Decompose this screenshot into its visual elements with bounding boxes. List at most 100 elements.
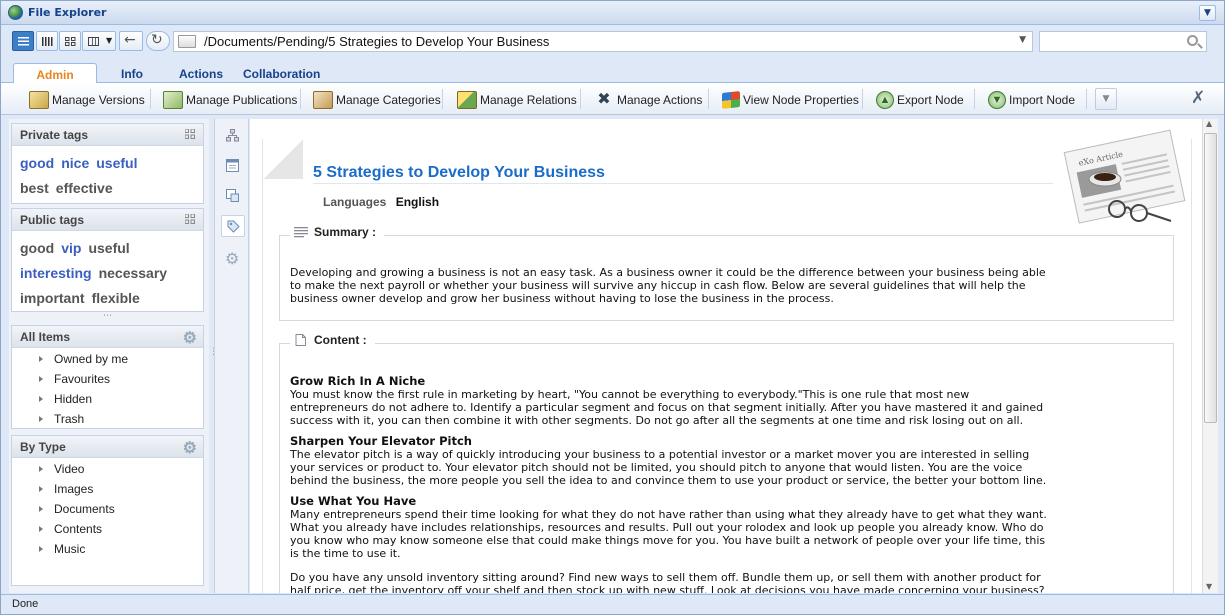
status-text: Done <box>12 598 39 610</box>
list-view-button[interactable] <box>12 31 34 51</box>
tag[interactable]: vip <box>61 240 81 256</box>
document-view-button[interactable] <box>221 155 245 177</box>
export-node-label: Export Node <box>897 93 964 107</box>
gear-icon[interactable]: ⚙ <box>183 438 197 458</box>
columns-view-button[interactable]: ▼ <box>82 31 116 51</box>
relations-icon <box>457 91 477 109</box>
cover-view-icon <box>42 37 53 46</box>
content-body: Grow Rich In A Niche You must know the f… <box>280 344 1173 594</box>
tag[interactable]: useful <box>96 155 137 171</box>
refresh-button[interactable]: ↻ <box>146 31 170 51</box>
thumbnail-view-button[interactable] <box>59 31 81 51</box>
admin-tools-icon[interactable]: ✗ <box>1191 88 1205 108</box>
private-tags-panel: Private tags good nice useful best effectiv… <box>11 123 204 204</box>
manage-publications-label: Manage Publications <box>186 93 298 107</box>
tab-collaboration[interactable]: Collaboration <box>231 63 332 83</box>
all-items-tree: Owned by me Favourites Hidden Trash <box>12 348 203 432</box>
content-section: Content : Grow Rich In A Niche You must … <box>279 333 1174 594</box>
panel-resize-handle[interactable]: ⋯ <box>103 311 112 321</box>
tree-item-images[interactable]: Images <box>12 482 203 502</box>
grid-icon[interactable] <box>185 214 195 224</box>
windows-properties-icon <box>722 91 740 109</box>
tag[interactable]: necessary <box>99 265 168 281</box>
private-tag-cloud: good nice useful best effective <box>12 146 203 208</box>
document-title: 5 Strategies to Develop Your Business <box>313 164 605 181</box>
summary-lines-icon <box>294 227 308 238</box>
tree-item-owned-by-me[interactable]: Owned by me <box>12 352 203 372</box>
back-button[interactable]: ← <box>119 31 143 51</box>
path-field[interactable]: /Documents/Pending/5 Strategies to Devel… <box>173 31 1033 52</box>
categories-icon <box>313 91 333 109</box>
languages-label: Languages <box>323 195 387 209</box>
toolbar-overflow-button[interactable]: ▼ <box>1095 88 1117 110</box>
tree-item-video[interactable]: Video <box>12 462 203 482</box>
hierarchy-icon <box>226 129 239 142</box>
public-tags-panel: Public tags good vip useful interesting nec… <box>11 208 204 312</box>
content-line: success with it, you can then combine it… <box>290 414 1024 427</box>
manage-publications-button[interactable]: Manage Publications <box>163 89 297 111</box>
tab-admin[interactable]: Admin <box>13 63 97 84</box>
versions-icon <box>29 91 49 109</box>
settings-view-button[interactable]: ⚙ <box>221 249 245 271</box>
tag[interactable]: good <box>20 155 54 171</box>
tag[interactable]: effective <box>56 180 113 196</box>
back-arrow-icon: ← <box>124 32 136 48</box>
tab-actions[interactable]: Actions <box>167 63 235 83</box>
manage-categories-button[interactable]: Manage Categories <box>313 89 441 111</box>
preview-view-button[interactable] <box>221 185 245 207</box>
by-type-header: By Type ⚙ <box>12 436 203 458</box>
grid-icon[interactable] <box>185 129 195 139</box>
scroll-up-icon[interactable]: ▲ <box>1206 119 1212 128</box>
tag[interactable]: good <box>20 240 54 256</box>
search-icon[interactable] <box>1187 35 1198 46</box>
tag-icon <box>227 220 240 233</box>
newspaper-article-icon: eXo Article <box>1063 129 1186 224</box>
tree-item-contents[interactable]: Contents <box>12 522 203 542</box>
tag[interactable]: nice <box>61 155 89 171</box>
summary-label: Summary : <box>314 225 377 239</box>
manage-versions-label: Manage Versions <box>52 93 145 107</box>
gear-icon: ⚙ <box>225 249 240 268</box>
cover-view-button[interactable] <box>36 31 58 51</box>
tag[interactable]: best <box>20 180 49 196</box>
search-input[interactable] <box>1039 31 1207 52</box>
left-sidebar: Private tags good nice useful best effectiv… <box>9 119 209 593</box>
tab-info[interactable]: Info <box>109 63 155 83</box>
tags-view-button[interactable] <box>221 215 245 237</box>
tag[interactable]: important <box>20 290 85 306</box>
tag[interactable]: flexible <box>92 290 140 306</box>
languages-value[interactable]: English <box>396 195 439 209</box>
tree-item-hidden[interactable]: Hidden <box>12 392 203 412</box>
tag[interactable]: interesting <box>20 265 92 281</box>
view-node-properties-label: View Node Properties <box>743 93 859 107</box>
collapse-button[interactable]: ▼ <box>1199 5 1216 21</box>
import-node-button[interactable]: ▼ Import Node <box>988 89 1075 111</box>
manage-actions-button[interactable]: ✖ Manage Actions <box>594 89 702 111</box>
window-icon <box>226 159 239 172</box>
tag[interactable]: useful <box>88 240 129 256</box>
export-icon: ▲ <box>876 91 894 109</box>
by-type-title: By Type <box>20 440 66 454</box>
path-dropdown-icon[interactable]: ▼ <box>1019 35 1026 45</box>
view-icon-bar: ⚙ <box>214 119 249 593</box>
tree-item-favourites[interactable]: Favourites <box>12 372 203 392</box>
tree-item-music[interactable]: Music <box>12 542 203 562</box>
manage-relations-button[interactable]: Manage Relations <box>457 89 577 111</box>
public-tags-title: Public tags <box>20 213 85 227</box>
scroll-down-icon[interactable]: ▼ <box>1206 582 1212 591</box>
vertical-scrollbar[interactable]: ▲ ▼ <box>1202 119 1218 593</box>
gear-icon[interactable]: ⚙ <box>183 328 197 348</box>
window-title: File Explorer <box>28 6 107 19</box>
content-line: You must know the first rule in marketin… <box>290 388 970 401</box>
hierarchy-view-button[interactable] <box>221 125 245 147</box>
export-node-button[interactable]: ▲ Export Node <box>876 89 964 111</box>
folder-icon <box>178 35 196 48</box>
content-line: is the time to use it. <box>290 547 401 560</box>
scrollbar-thumb[interactable] <box>1204 133 1217 423</box>
view-node-properties-button[interactable]: View Node Properties <box>722 89 859 111</box>
page-curl-decoration <box>263 139 303 179</box>
manage-versions-button[interactable]: Manage Versions <box>29 89 145 111</box>
manage-categories-label: Manage Categories <box>336 93 441 107</box>
tree-item-trash[interactable]: Trash <box>12 412 203 432</box>
tree-item-documents[interactable]: Documents <box>12 502 203 522</box>
